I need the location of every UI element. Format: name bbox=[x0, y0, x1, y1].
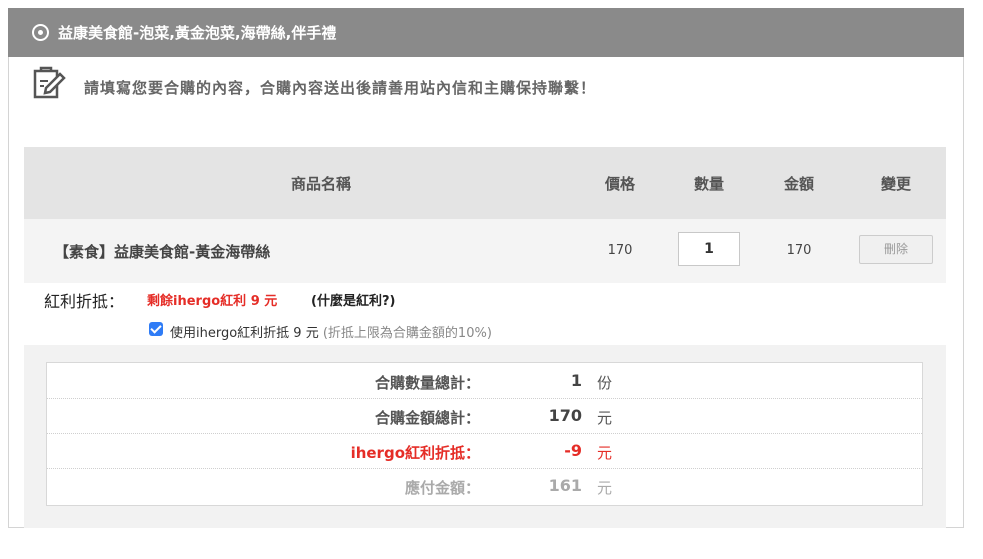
summary-row-quantity: 合購數量總計： 1 份 bbox=[47, 363, 922, 399]
summary-value: 161 bbox=[548, 476, 582, 495]
table-header: 商品名稱 價格 數量 金額 變更 bbox=[24, 147, 946, 219]
notice-text: 請填寫您要合購的內容，合購內容送出後請善用站內信和主購保持聯繫！ bbox=[84, 79, 597, 97]
summary-value: 170 bbox=[548, 406, 582, 425]
summary-box: 合購數量總計： 1 份 合購金額總計： 170 元 ihergo紅利折抵： -9… bbox=[46, 362, 923, 506]
product-name: 【素食】益康美食館-黃金海帶絲 bbox=[54, 243, 271, 261]
summary-unit: 元 bbox=[597, 409, 613, 427]
title-bar: 益康美食館-泡菜,黃金泡菜,海帶絲,伴手禮 bbox=[8, 8, 964, 57]
bonus-limit-hint: (折抵上限為合購金額的10%) bbox=[322, 326, 492, 341]
summary-row-total: 合購金額總計： 170 元 bbox=[47, 398, 922, 434]
use-bonus-text: 使用ihergo紅利折抵 9 元 bbox=[170, 326, 319, 341]
col-price: 價格 bbox=[604, 175, 636, 193]
summary-label: ihergo紅利折抵： bbox=[350, 444, 480, 462]
summary-unit: 元 bbox=[597, 444, 613, 462]
summary-row-bonus: ihergo紅利折抵： -9 元 bbox=[47, 433, 922, 469]
product-amount: 170 bbox=[786, 243, 812, 258]
bonus-label: 紅利折抵： bbox=[44, 292, 125, 311]
use-bonus-label: 使用ihergo紅利折抵 9 元 (折抵上限為合購金額的10%) bbox=[170, 322, 492, 341]
page-title: 益康美食館-泡菜,黃金泡菜,海帶絲,伴手禮 bbox=[58, 24, 337, 42]
delete-button[interactable]: 刪除 bbox=[859, 235, 933, 264]
summary-unit: 元 bbox=[597, 479, 613, 497]
table-row: 【素食】益康美食館-黃金海帶絲 170 1 170 刪除 bbox=[24, 219, 946, 283]
use-bonus-checkbox[interactable] bbox=[149, 322, 163, 336]
circle-arrow-icon bbox=[32, 24, 49, 41]
edit-note-icon bbox=[33, 66, 66, 99]
summary-value: -9 bbox=[564, 441, 582, 460]
col-amount: 金額 bbox=[783, 175, 815, 193]
summary-label: 合購金額總計： bbox=[374, 409, 480, 427]
quantity-input[interactable]: 1 bbox=[678, 232, 740, 266]
col-change: 變更 bbox=[880, 175, 912, 193]
summary-row-payable: 應付金額： 161 元 bbox=[47, 468, 922, 503]
summary-unit: 份 bbox=[597, 374, 613, 392]
bonus-remaining: 剩餘ihergo紅利 9 元 bbox=[147, 294, 278, 309]
product-price: 170 bbox=[607, 243, 633, 258]
col-quantity: 數量 bbox=[693, 175, 725, 193]
summary-value: 1 bbox=[570, 371, 582, 390]
col-product-name: 商品名稱 bbox=[290, 175, 352, 193]
summary-label: 應付金額： bbox=[404, 479, 480, 497]
summary-label: 合購數量總計： bbox=[374, 374, 480, 392]
what-is-bonus-link[interactable]: (什麼是紅利?) bbox=[311, 290, 395, 309]
